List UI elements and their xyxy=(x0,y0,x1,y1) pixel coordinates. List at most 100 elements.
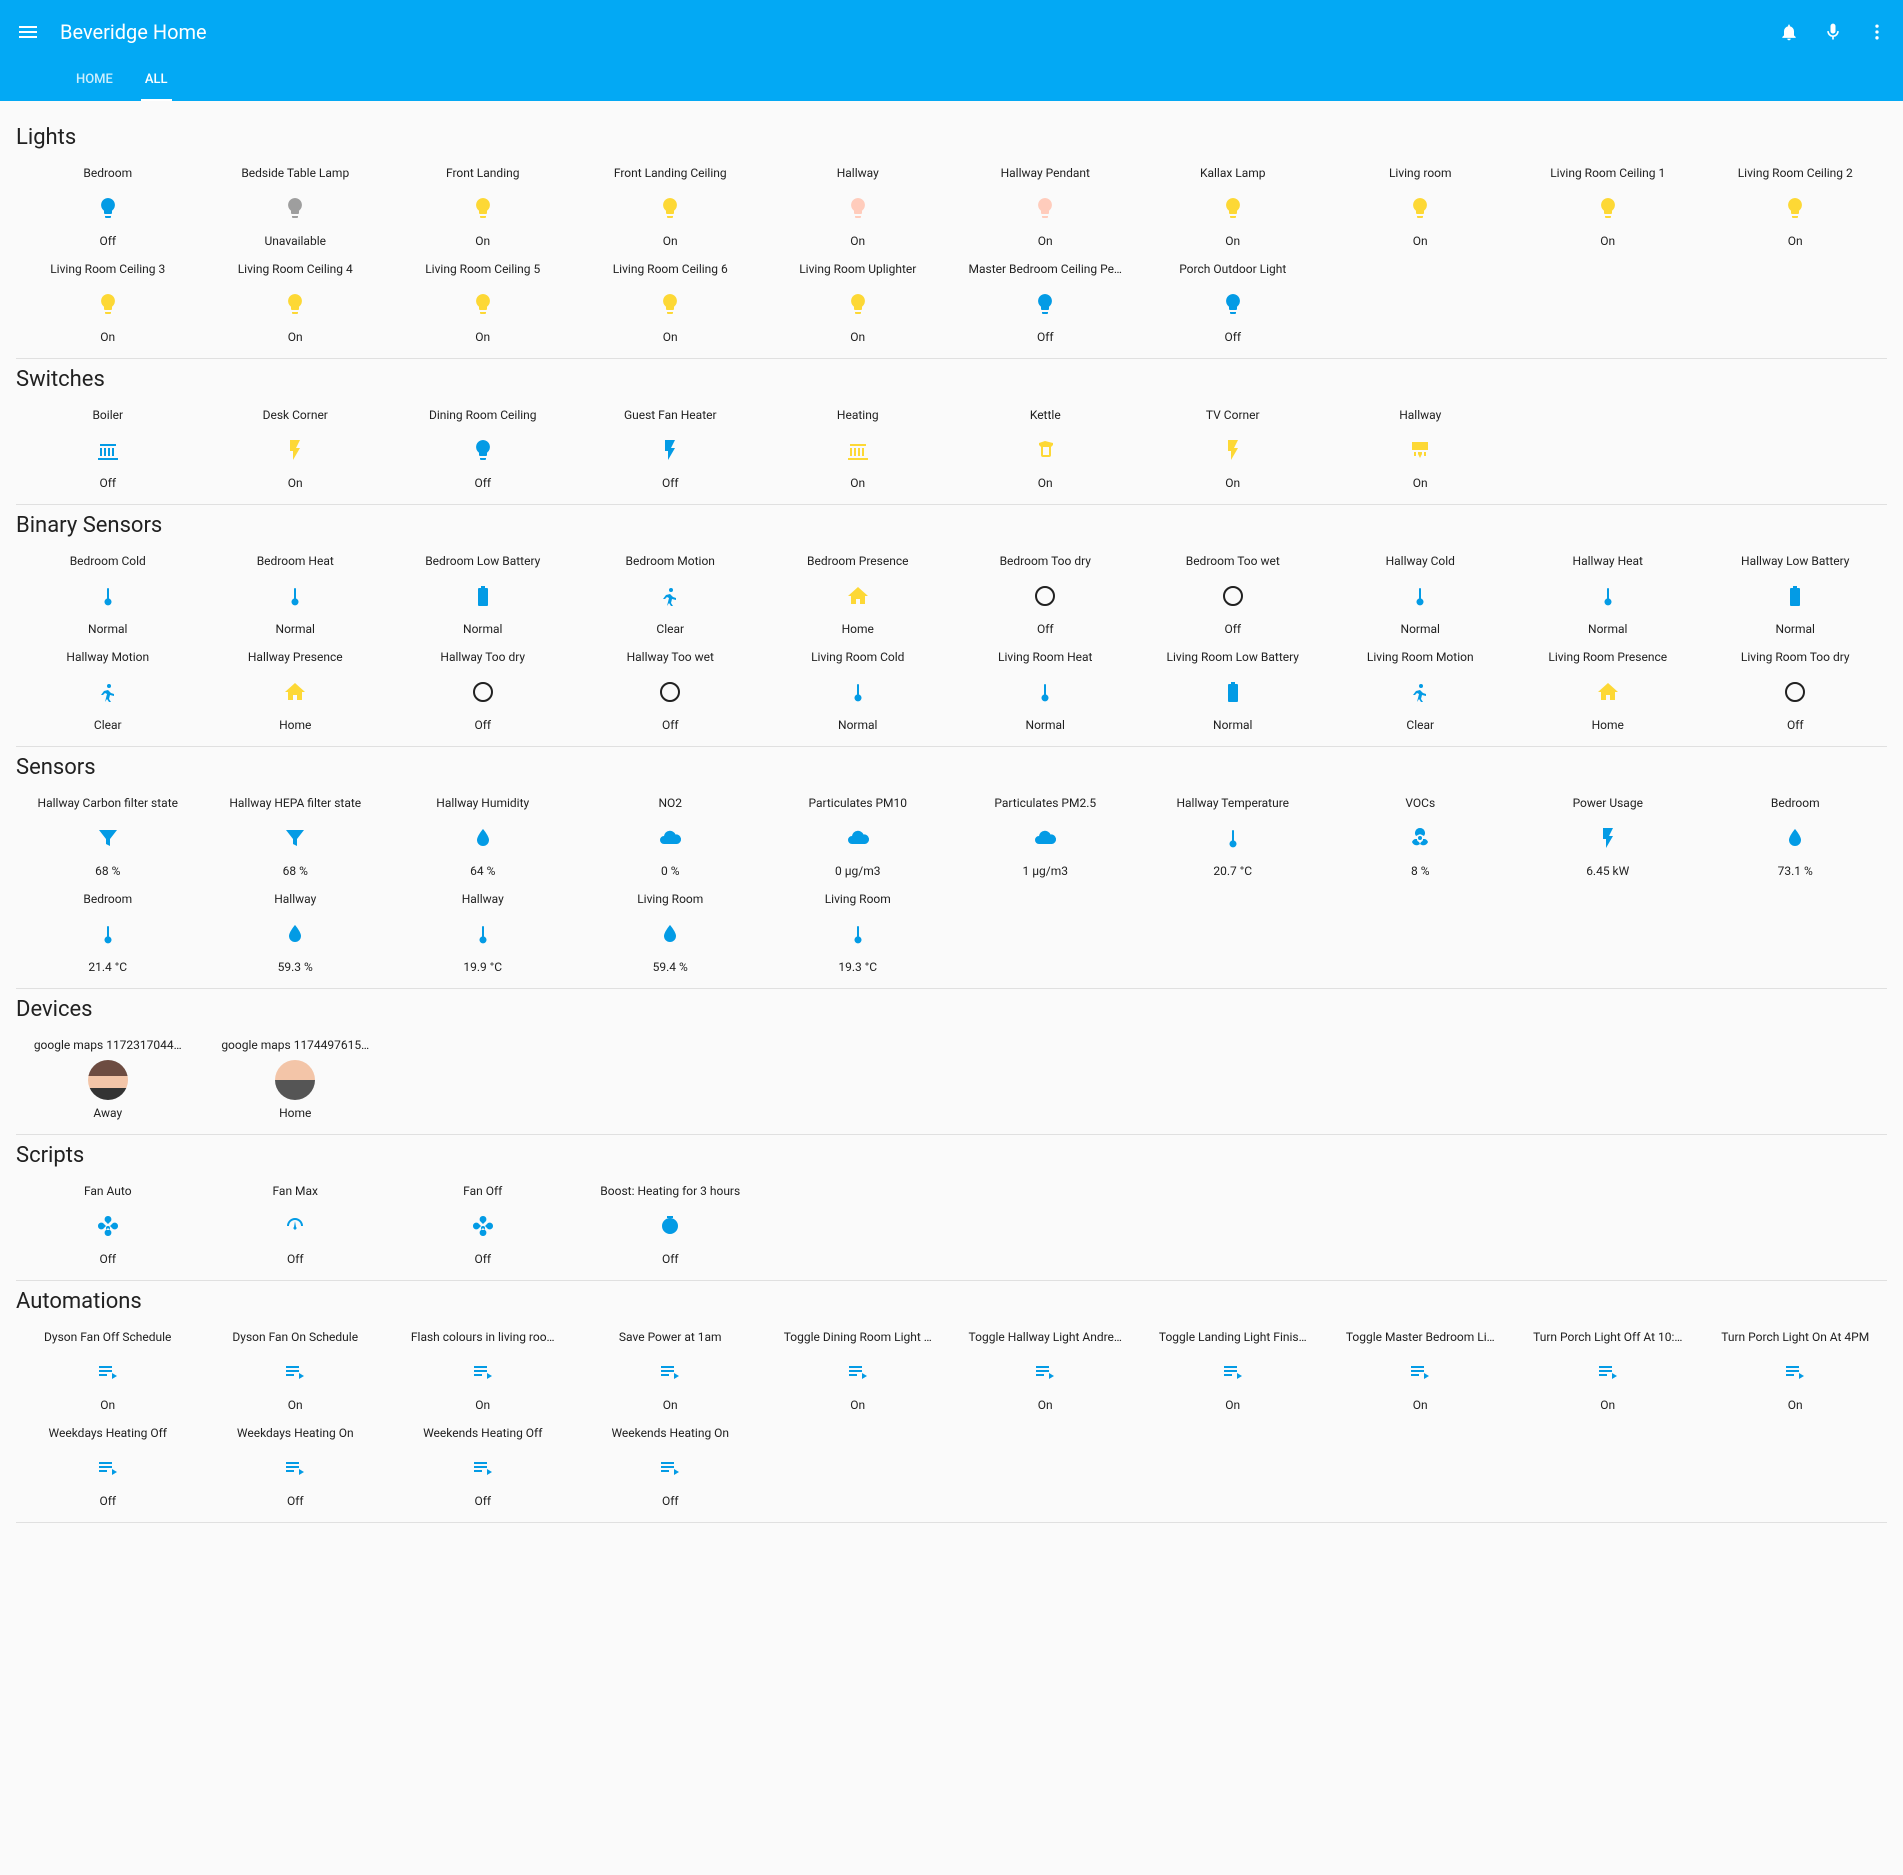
entity-tile[interactable]: Weekends Heating OffOff xyxy=(391,1422,575,1514)
tile-label: Living Room Presence xyxy=(1518,650,1698,666)
entity-tile[interactable]: BedroomOff xyxy=(16,162,200,254)
entity-tile[interactable]: Save Power at 1amOn xyxy=(579,1326,763,1418)
entity-tile[interactable]: Hallway Humidity64 % xyxy=(391,792,575,884)
entity-tile[interactable]: VOCs8 % xyxy=(1329,792,1513,884)
entity-tile[interactable]: Bedroom ColdNormal xyxy=(16,550,200,642)
entity-tile[interactable]: Particulates PM100 µg/m3 xyxy=(766,792,950,884)
entity-tile[interactable]: BoilerOff xyxy=(16,404,200,496)
entity-tile[interactable]: Bedroom MotionClear xyxy=(579,550,763,642)
tile-state: Off xyxy=(581,1252,761,1268)
entity-tile[interactable]: Living roomOn xyxy=(1329,162,1513,254)
entity-tile[interactable]: Hallway Temperature20.7 °C xyxy=(1141,792,1325,884)
entity-tile[interactable]: Hallway59.3 % xyxy=(204,888,388,980)
entity-tile[interactable]: Bedroom PresenceHome xyxy=(766,550,950,642)
entity-tile[interactable]: Living Room19.3 °C xyxy=(766,888,950,980)
entity-tile[interactable]: google maps 1174497615…Home xyxy=(204,1034,388,1126)
entity-tile[interactable]: Weekdays Heating OnOff xyxy=(204,1422,388,1514)
entity-tile[interactable]: Master Bedroom Ceiling Pe…Off xyxy=(954,258,1138,350)
tile-state: Normal xyxy=(1331,622,1511,638)
entity-tile[interactable]: TV CornerOn xyxy=(1141,404,1325,496)
mic-icon[interactable] xyxy=(1823,22,1843,42)
entity-tile[interactable]: Weekends Heating OnOff xyxy=(579,1422,763,1514)
entity-tile[interactable]: Living Room59.4 % xyxy=(579,888,763,980)
entity-tile[interactable]: Toggle Hallway Light Andre…On xyxy=(954,1326,1138,1418)
entity-tile[interactable]: Living Room PresenceHome xyxy=(1516,646,1700,738)
entity-tile[interactable]: HallwayOn xyxy=(766,162,950,254)
entity-tile[interactable]: Hallway19.9 °C xyxy=(391,888,575,980)
avatar-m-icon xyxy=(275,1060,315,1100)
entity-tile[interactable]: Living Room Too dryOff xyxy=(1704,646,1888,738)
entity-tile[interactable]: Bedroom Too dryOff xyxy=(954,550,1138,642)
entity-tile[interactable]: Weekdays Heating OffOff xyxy=(16,1422,200,1514)
entity-tile[interactable]: Living Room Ceiling 5On xyxy=(391,258,575,350)
entity-tile[interactable]: Dyson Fan On ScheduleOn xyxy=(204,1326,388,1418)
entity-tile[interactable]: KettleOn xyxy=(954,404,1138,496)
entity-tile[interactable]: Bedroom HeatNormal xyxy=(204,550,388,642)
entity-tile[interactable]: Living Room Ceiling 1On xyxy=(1516,162,1700,254)
entity-tile[interactable]: Dining Room CeilingOff xyxy=(391,404,575,496)
entity-tile[interactable]: Dyson Fan Off ScheduleOn xyxy=(16,1326,200,1418)
entity-tile[interactable]: Front LandingOn xyxy=(391,162,575,254)
entity-tile[interactable]: google maps 1172317044…Away xyxy=(16,1034,200,1126)
entity-tile[interactable]: Power Usage6.45 kW xyxy=(1516,792,1700,884)
entity-tile[interactable]: Fan OffOff xyxy=(391,1180,575,1272)
entity-tile[interactable]: Living Room MotionClear xyxy=(1329,646,1513,738)
tile-label: Living Room Too dry xyxy=(1706,650,1886,666)
entity-tile[interactable]: Living Room Ceiling 6On xyxy=(579,258,763,350)
tile-label: Living Room Ceiling 1 xyxy=(1518,166,1698,182)
entity-tile[interactable]: Turn Porch Light On At 4PMOn xyxy=(1704,1326,1888,1418)
entity-tile[interactable]: Hallway Too wetOff xyxy=(579,646,763,738)
bell-icon[interactable] xyxy=(1779,22,1799,42)
entity-tile[interactable]: Hallway Carbon filter state68 % xyxy=(16,792,200,884)
entity-tile[interactable]: Toggle Landing Light Finis…On xyxy=(1141,1326,1325,1418)
entity-tile[interactable]: Hallway Too dryOff xyxy=(391,646,575,738)
entity-tile[interactable]: Bedside Table LampUnavailable xyxy=(204,162,388,254)
tile-state: Off xyxy=(18,234,198,250)
entity-tile[interactable]: Hallway HeatNormal xyxy=(1516,550,1700,642)
entity-tile[interactable]: HallwayOn xyxy=(1329,404,1513,496)
entity-tile[interactable]: Bedroom Too wetOff xyxy=(1141,550,1325,642)
entity-tile[interactable]: Fan MaxOff xyxy=(204,1180,388,1272)
entity-tile[interactable]: Toggle Dining Room Light …On xyxy=(766,1326,950,1418)
app-header: Beveridge Home HOMEALL xyxy=(0,0,1903,101)
entity-tile[interactable]: Kallax LampOn xyxy=(1141,162,1325,254)
tile-state: 64 % xyxy=(393,864,573,880)
lightbulb-icon xyxy=(1588,188,1628,228)
entity-tile[interactable]: Living Room Low BatteryNormal xyxy=(1141,646,1325,738)
entity-tile[interactable]: Hallway Low BatteryNormal xyxy=(1704,550,1888,642)
entity-tile[interactable]: Desk CornerOn xyxy=(204,404,388,496)
entity-tile[interactable]: Living Room HeatNormal xyxy=(954,646,1138,738)
entity-tile[interactable]: NO20 % xyxy=(579,792,763,884)
entity-tile[interactable]: Bedroom21.4 °C xyxy=(16,888,200,980)
entity-tile[interactable]: Flash colours in living roo…On xyxy=(391,1326,575,1418)
entity-tile[interactable]: Front Landing CeilingOn xyxy=(579,162,763,254)
entity-tile[interactable]: Particulates PM2.51 µg/m3 xyxy=(954,792,1138,884)
entity-tile[interactable]: Living Room Ceiling 3On xyxy=(16,258,200,350)
tile-label: Toggle Landing Light Finis… xyxy=(1143,1330,1323,1346)
entity-tile[interactable]: Living Room UplighterOn xyxy=(766,258,950,350)
entity-tile[interactable]: Living Room ColdNormal xyxy=(766,646,950,738)
entity-tile[interactable]: Toggle Master Bedroom Li…On xyxy=(1329,1326,1513,1418)
entity-tile[interactable]: Guest Fan HeaterOff xyxy=(579,404,763,496)
tab-all[interactable]: ALL xyxy=(141,64,172,101)
entity-tile[interactable]: Hallway ColdNormal xyxy=(1329,550,1513,642)
menu-icon[interactable] xyxy=(16,20,40,44)
entity-tile[interactable]: Hallway HEPA filter state68 % xyxy=(204,792,388,884)
entity-tile[interactable]: Hallway MotionClear xyxy=(16,646,200,738)
entity-tile[interactable]: Porch Outdoor LightOff xyxy=(1141,258,1325,350)
entity-tile[interactable]: Bedroom Low BatteryNormal xyxy=(391,550,575,642)
entity-tile[interactable]: Fan AutoOff xyxy=(16,1180,200,1272)
tile-label: Living Room Ceiling 3 xyxy=(18,262,198,278)
entity-tile[interactable]: HeatingOn xyxy=(766,404,950,496)
entity-tile[interactable]: Bedroom73.1 % xyxy=(1704,792,1888,884)
cloud-icon xyxy=(650,818,690,858)
dots-icon[interactable] xyxy=(1867,22,1887,42)
entity-tile[interactable]: Boost: Heating for 3 hoursOff xyxy=(579,1180,763,1272)
tab-home[interactable]: HOME xyxy=(72,64,117,101)
entity-tile[interactable]: Turn Porch Light Off At 10:…On xyxy=(1516,1326,1700,1418)
entity-tile[interactable]: Living Room Ceiling 2On xyxy=(1704,162,1888,254)
entity-tile[interactable]: Hallway PendantOn xyxy=(954,162,1138,254)
entity-tile[interactable]: Hallway PresenceHome xyxy=(204,646,388,738)
entity-tile[interactable]: Living Room Ceiling 4On xyxy=(204,258,388,350)
tile-label: Living Room Ceiling 4 xyxy=(206,262,386,278)
